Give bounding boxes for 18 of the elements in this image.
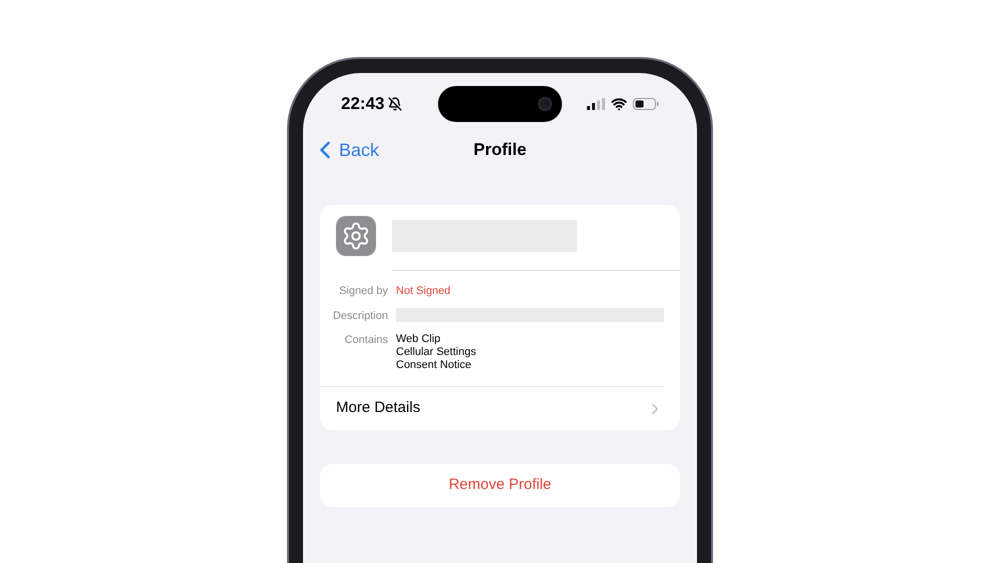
- more-details-row[interactable]: More Details: [320, 387, 680, 430]
- field-label: Description: [332, 308, 388, 324]
- battery-icon: [633, 98, 659, 110]
- camera-icon: [538, 97, 552, 111]
- back-button[interactable]: Back: [311, 136, 380, 164]
- page-title: Profile: [474, 139, 526, 162]
- wifi-icon: [611, 96, 627, 112]
- bell-slash-icon: [388, 97, 402, 111]
- field-label: Signed by: [338, 284, 388, 299]
- signed-status: Not Signed: [396, 284, 450, 299]
- settings-app-icon: [336, 216, 376, 256]
- payload-item: Web Clip: [396, 333, 442, 346]
- field-label: Contains: [344, 333, 388, 348]
- payload-item: Consent Notice: [396, 359, 472, 372]
- remove-profile-button[interactable]: Remove Profile: [320, 464, 680, 507]
- payload-item: Cellular Settings: [396, 346, 476, 359]
- signal-icon: [587, 98, 605, 110]
- status-time: 22:43: [341, 93, 384, 116]
